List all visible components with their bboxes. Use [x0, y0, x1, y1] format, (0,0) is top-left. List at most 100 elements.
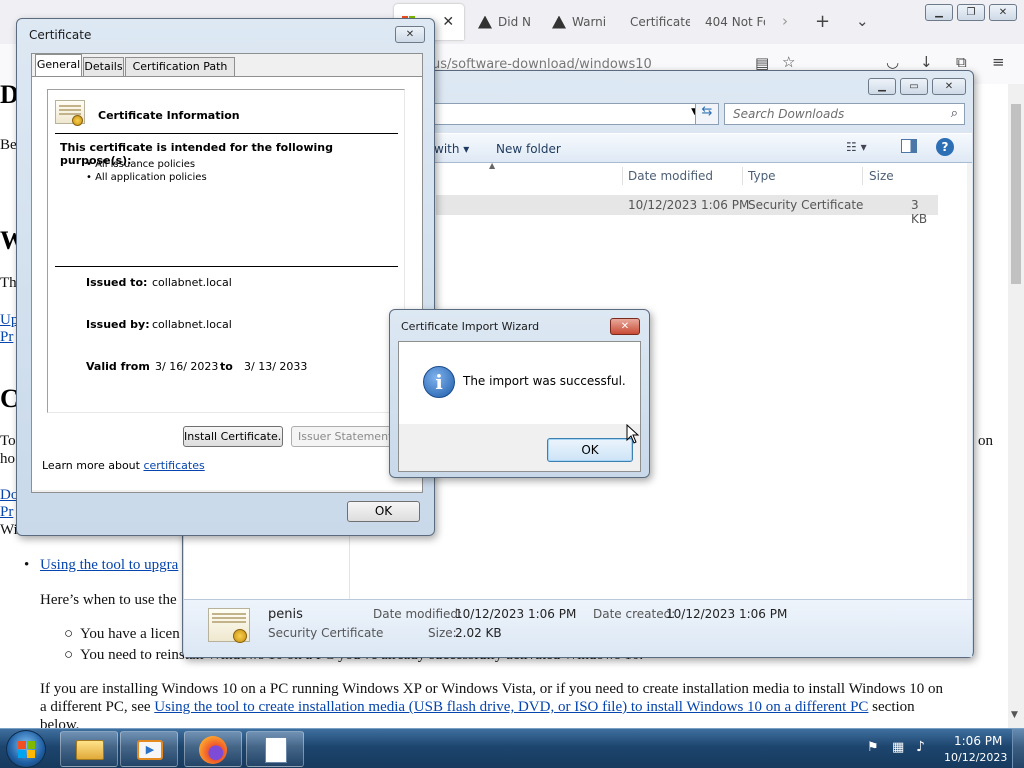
install-certificate-button[interactable]: Install Certificate... [183, 426, 283, 447]
address-bar[interactable]: ▼ [423, 103, 703, 125]
open-with-label: with [434, 142, 460, 156]
details-size: 2.02 KB [455, 626, 502, 640]
page-text-to: To [0, 433, 16, 449]
sub-bullet: ○ [64, 626, 74, 642]
tab-details[interactable]: Details [83, 57, 124, 76]
wizard-message: The import was successful. [463, 374, 626, 388]
issued-by-label: Issued by: [86, 318, 150, 331]
tab-certificate[interactable]: Certificate [630, 4, 690, 40]
tab-label: Did N [498, 15, 531, 29]
wizard-ok-button[interactable]: OK [547, 438, 633, 462]
details-pane: penis Security Certificate Date modified… [184, 599, 972, 657]
page-link-pr[interactable]: Pr [0, 329, 13, 345]
page-text-sub1: You have a licen [80, 626, 180, 642]
new-tab-icon[interactable]: + [815, 11, 830, 32]
view-options-icon[interactable]: ☷ ▾ [846, 140, 867, 154]
tab-certification-path[interactable]: Certification Path [125, 57, 235, 76]
folder-icon [76, 740, 104, 760]
taskbar: ▶ ⚑ ▦ ♪ 1:06 PM 10/12/2023 [0, 728, 1024, 768]
new-folder-button[interactable]: New folder [496, 142, 561, 156]
sub-bullet: ○ [64, 647, 74, 663]
search-icon: ⌕ [950, 106, 958, 121]
file-list-scroll-edge [967, 163, 972, 599]
warning-icon [478, 15, 492, 29]
wizard-title: Certificate Import Wizard [401, 320, 540, 333]
search-box[interactable]: Search Downloads ⌕ [724, 103, 965, 125]
start-button[interactable] [6, 730, 46, 768]
explorer-close-button[interactable]: ✕ [932, 78, 966, 95]
scroll-down-icon[interactable]: ▼ [1011, 710, 1018, 720]
valid-to-value: 3/ 13/ 2033 [244, 360, 308, 373]
issuer-statement-button: Issuer Statement [291, 426, 401, 447]
warning-icon [552, 15, 566, 29]
menu-icon[interactable]: ≡ [992, 53, 1005, 71]
pocket-icon[interactable]: ◡ [886, 53, 899, 71]
certificate-dialog: Certificate ✕ General Details Certificat… [16, 18, 435, 536]
page-scrollbar[interactable]: ▼ [1008, 84, 1024, 728]
certificate-info-box: Certificate Information This certificate… [47, 89, 405, 413]
taskbar-media-player[interactable]: ▶ [120, 731, 178, 767]
certificate-body: General Details Certification Path Certi… [31, 53, 423, 493]
taskbar-document[interactable] [246, 731, 304, 767]
page-text-be: Be [0, 137, 17, 153]
certificate-dialog-title: Certificate [29, 28, 92, 42]
scrollbar-thumb[interactable] [1011, 104, 1021, 284]
page-text-para-prefix: a different PC, see [40, 699, 151, 715]
clock-date[interactable]: 10/12/2023 [944, 751, 1007, 764]
help-icon[interactable]: ? [936, 138, 954, 156]
page-link-upgrade-tool[interactable]: Using the tool to upgra [40, 557, 178, 573]
download-icon[interactable]: ↓ [920, 53, 933, 71]
browser-restore-button[interactable]: ❐ [957, 4, 985, 21]
details-size-label: Size: [428, 626, 457, 640]
general-tab-panel: Certificate Information This certificate… [32, 76, 422, 490]
tab-scroll-right-icon[interactable]: › [782, 12, 788, 30]
certificate-ok-button[interactable]: OK [347, 501, 420, 522]
preview-pane-icon[interactable] [901, 139, 917, 153]
details-file-name: penis [268, 607, 303, 622]
column-size[interactable]: Size [869, 169, 894, 183]
page-link-pr2[interactable]: Pr [0, 504, 13, 520]
purpose-item: • All application policies [86, 172, 207, 183]
tab-close-icon[interactable]: ✕ [442, 14, 454, 30]
tab-did-not[interactable]: Did N [478, 4, 540, 40]
certificate-info-icon [55, 100, 85, 126]
column-type[interactable]: Type [748, 169, 776, 183]
action-center-icon[interactable]: ⚑ [867, 740, 879, 755]
taskbar-firefox[interactable] [184, 731, 242, 767]
explorer-minimize-button[interactable]: ▁ [868, 78, 896, 95]
explorer-maximize-button[interactable]: ▭ [900, 78, 928, 95]
browser-close-button[interactable]: ✕ [989, 4, 1017, 21]
clock-time[interactable]: 1:06 PM [954, 734, 1002, 748]
tab-warning[interactable]: Warni [552, 4, 614, 40]
page-text-para-line1: If you are installing Windows 10 on a PC… [40, 681, 943, 697]
refresh-icon[interactable]: ⇆ [695, 103, 719, 125]
browser-minimize-button[interactable]: ▁ [925, 4, 953, 21]
taskbar-explorer[interactable] [60, 731, 118, 767]
page-link-media-tool[interactable]: Using the tool to create installation me… [154, 699, 868, 715]
tab-404[interactable]: 404 Not Fo [705, 4, 765, 40]
valid-from-value: 3/ 16/ 2023 [155, 360, 219, 373]
extensions-icon[interactable]: ⧉ [956, 53, 967, 71]
page-text-th: Th [0, 275, 17, 291]
certificate-close-button[interactable]: ✕ [395, 26, 425, 43]
wizard-body: i The import was successful. OK [398, 341, 641, 472]
row-date: 10/12/2023 1:06 PM [628, 198, 750, 212]
wizard-close-button[interactable]: ✕ [610, 318, 640, 335]
search-placeholder: Search Downloads [733, 107, 845, 121]
file-row-selected[interactable]: 10/12/2023 1:06 PM Security Certificate … [436, 195, 938, 226]
bookmark-star-icon[interactable]: ☆ [782, 53, 795, 71]
certificate-file-icon [208, 608, 250, 643]
network-icon[interactable]: ▦ [892, 740, 904, 755]
open-with-menu[interactable]: with ▾ [434, 142, 469, 156]
volume-icon[interactable]: ♪ [916, 739, 925, 755]
tab-list-icon[interactable]: ⌄ [856, 12, 869, 30]
column-date-modified[interactable]: Date modified [628, 169, 713, 183]
certificates-link[interactable]: certificates [143, 459, 204, 472]
certificate-info-title: Certificate Information [98, 109, 240, 122]
page-text-on: on [978, 433, 993, 449]
show-desktop-button[interactable] [1012, 729, 1024, 768]
tab-label: 404 Not Fo [705, 15, 765, 29]
page-text-para-line3: below. [40, 717, 80, 728]
tab-general[interactable]: General [35, 54, 82, 76]
details-date-created-label: Date created: [593, 607, 676, 621]
